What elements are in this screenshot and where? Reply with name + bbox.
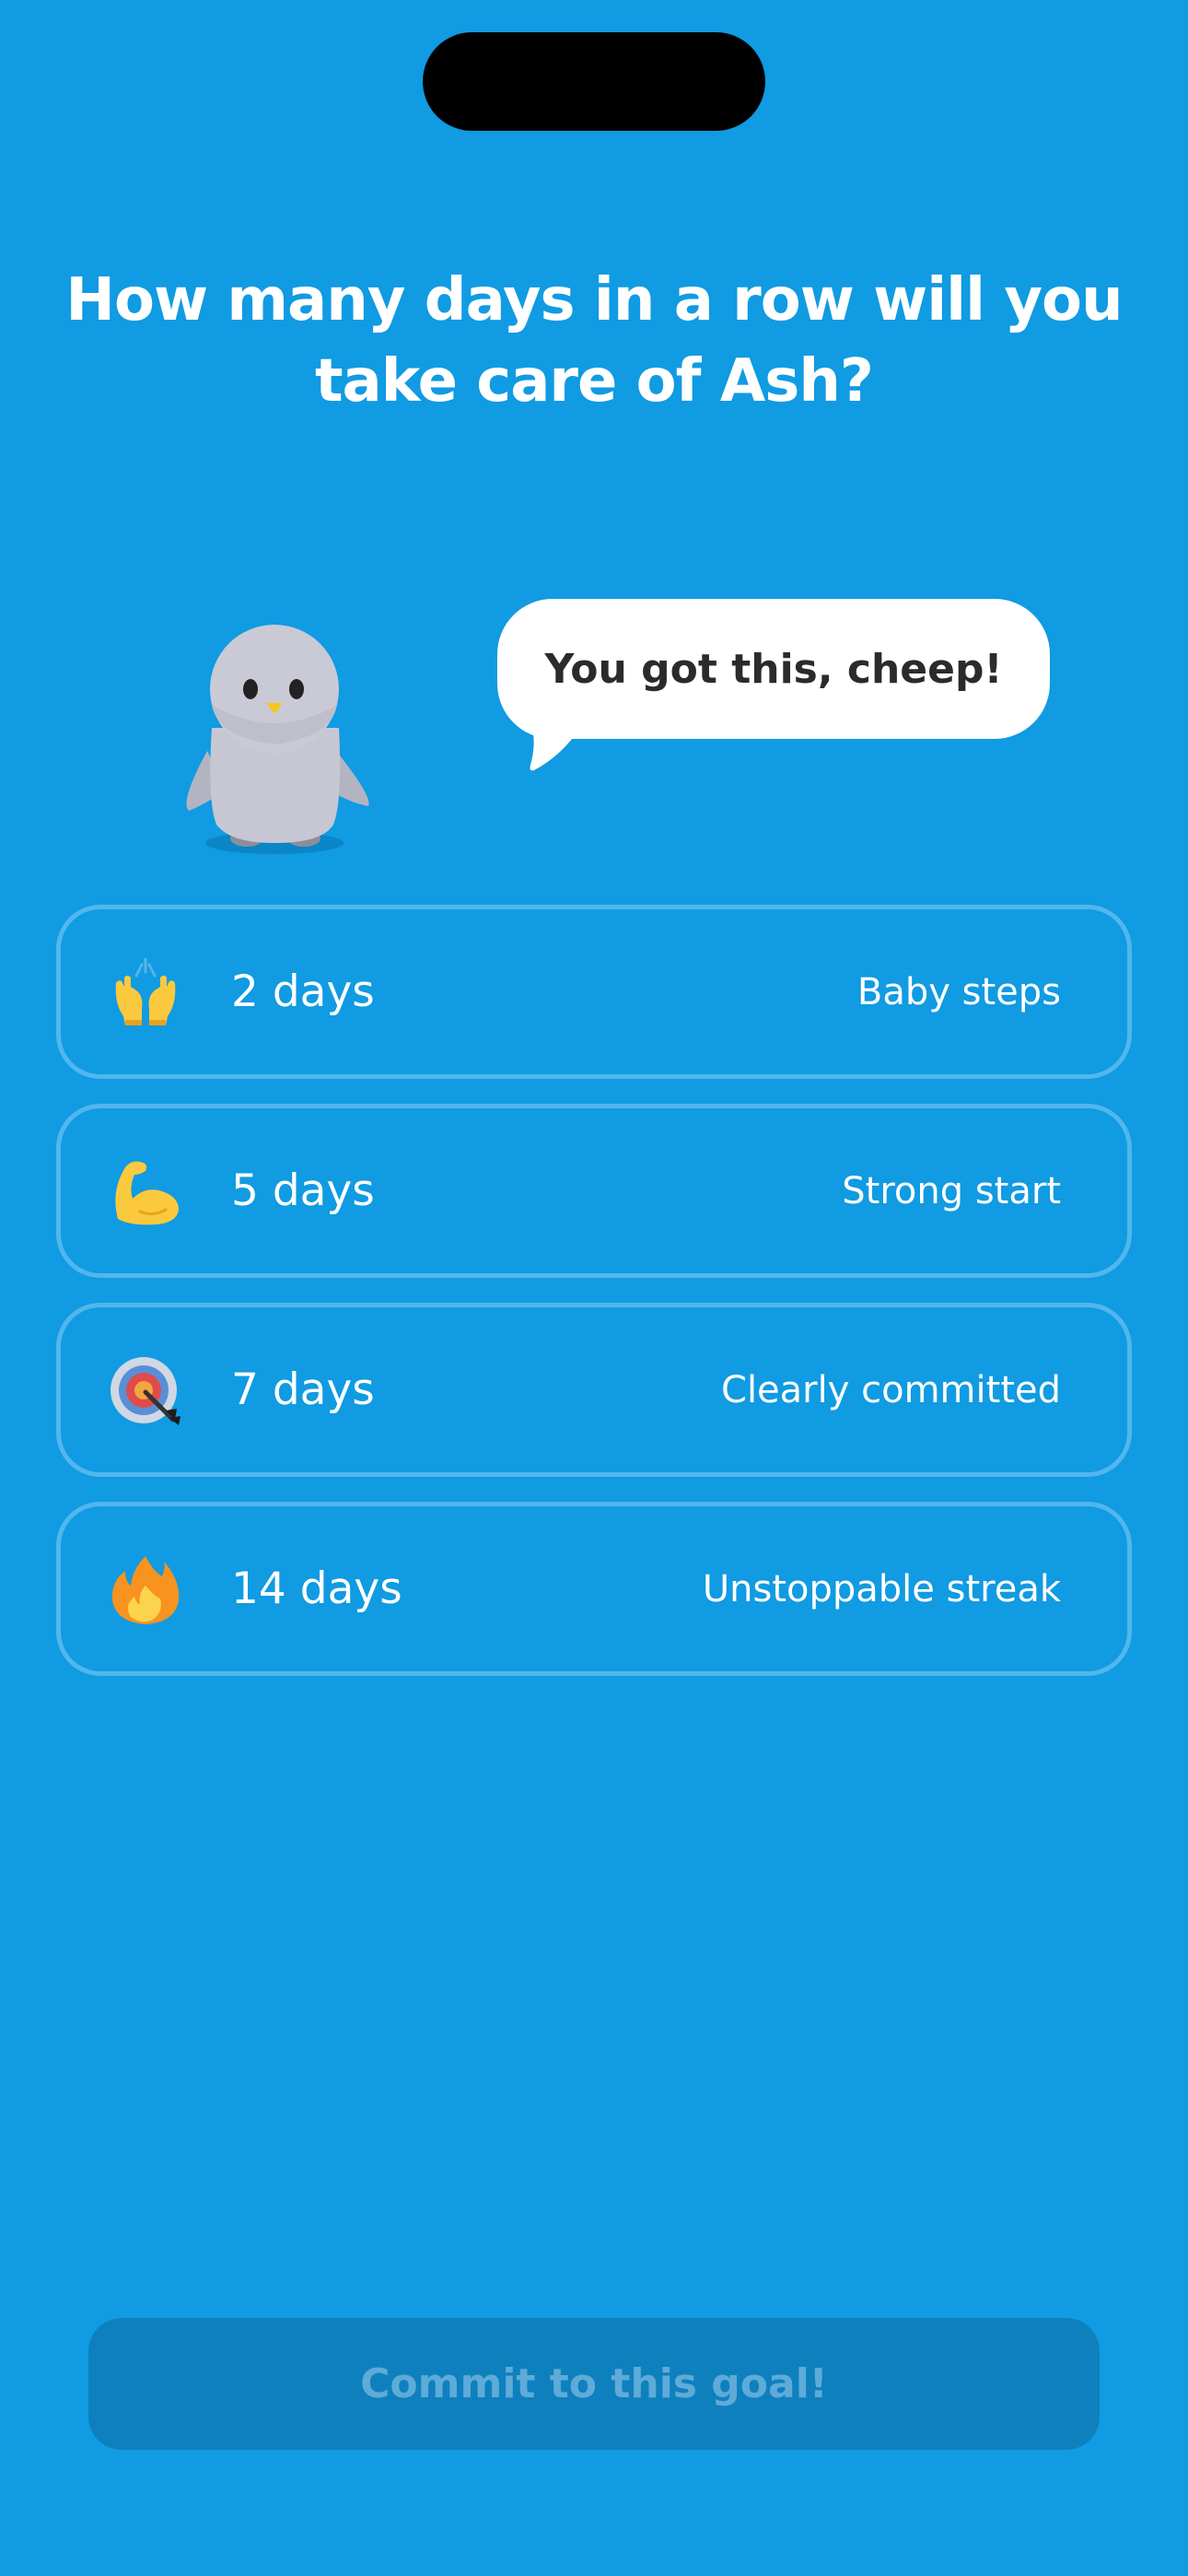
option-days-label: 5 days xyxy=(231,1165,375,1216)
speech-bubble-tail xyxy=(530,728,580,771)
page-title: How many days in a row will you take car… xyxy=(65,266,1123,416)
goal-options-list: 2 days Baby steps 5 days Strong start 7 … xyxy=(56,905,1132,1701)
flexed-biceps-icon xyxy=(109,1154,182,1228)
option-tagline: Clearly committed xyxy=(721,1368,1061,1411)
target-icon xyxy=(109,1353,182,1427)
goal-option-7-days[interactable]: 7 days Clearly committed xyxy=(56,1303,1132,1477)
goal-option-5-days[interactable]: 5 days Strong start xyxy=(56,1104,1132,1278)
dynamic-island xyxy=(423,32,765,131)
option-days-label: 2 days xyxy=(231,966,375,1017)
goal-option-14-days[interactable]: 14 days Unstoppable streak xyxy=(56,1502,1132,1676)
option-tagline: Unstoppable streak xyxy=(702,1567,1061,1610)
bird-mascot-icon xyxy=(186,625,369,854)
commit-goal-button[interactable]: Commit to this goal! xyxy=(88,2318,1100,2450)
option-days-label: 14 days xyxy=(231,1563,402,1614)
goal-option-2-days[interactable]: 2 days Baby steps xyxy=(56,905,1132,1079)
option-days-label: 7 days xyxy=(231,1364,375,1415)
raised-hands-icon xyxy=(109,955,182,1029)
speech-bubble: You got this, cheep! xyxy=(497,599,1050,739)
fire-icon xyxy=(109,1552,182,1626)
option-tagline: Baby steps xyxy=(856,970,1061,1013)
option-tagline: Strong start xyxy=(842,1169,1061,1212)
